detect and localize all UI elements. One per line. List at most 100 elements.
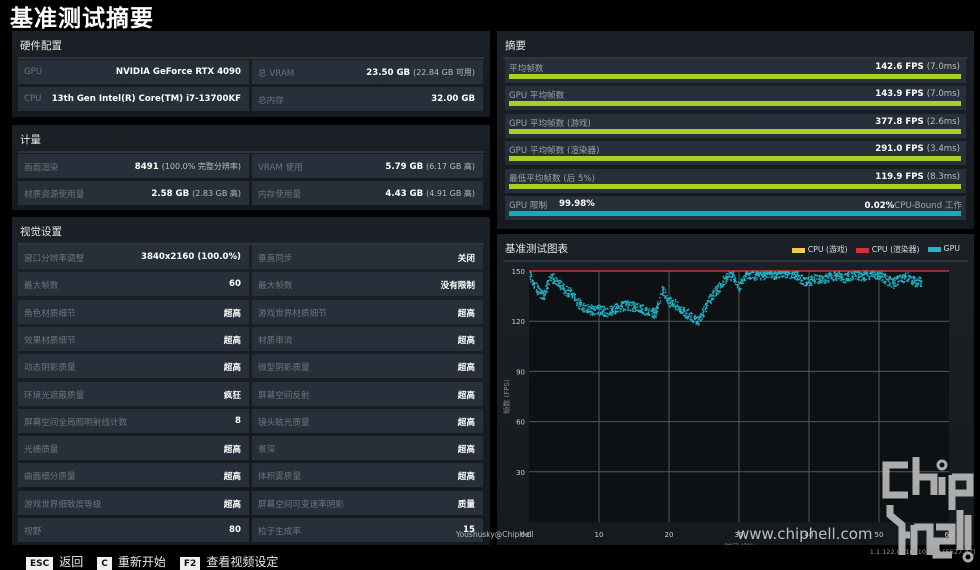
gpu-point bbox=[543, 296, 545, 298]
gpu-point bbox=[614, 312, 617, 314]
gpu-point bbox=[655, 308, 657, 311]
gpu-point bbox=[732, 278, 735, 281]
gpu-point bbox=[897, 283, 899, 286]
gpu-point bbox=[673, 305, 675, 308]
gpu-point bbox=[606, 307, 608, 310]
gpu-point bbox=[828, 280, 830, 282]
gpu-point bbox=[680, 306, 683, 308]
hw-gpu-row: GPU NVIDIA GeForce RTX 4090 bbox=[18, 60, 249, 84]
gpu-point bbox=[678, 306, 681, 309]
gpu-point bbox=[848, 273, 850, 275]
gpu-point bbox=[760, 274, 763, 277]
summary-bar-fill bbox=[509, 156, 961, 162]
hw-ram-row: 总内存 32.00 GB bbox=[252, 87, 483, 111]
gpu-point bbox=[621, 301, 624, 304]
gpu-point bbox=[813, 276, 816, 279]
gpu-point bbox=[550, 277, 552, 279]
gpu-point bbox=[598, 309, 600, 311]
gpu-point bbox=[867, 275, 869, 278]
gpu-point bbox=[548, 276, 550, 278]
gpu-point bbox=[531, 280, 533, 282]
gpu-point bbox=[669, 302, 671, 305]
gpu-point bbox=[669, 305, 671, 308]
gpu-point bbox=[625, 304, 627, 307]
gpu-point bbox=[666, 301, 669, 303]
gpu-point bbox=[599, 307, 602, 309]
gpu-point bbox=[603, 315, 605, 317]
gpu-point bbox=[670, 299, 672, 302]
gpu-point bbox=[823, 280, 826, 282]
gpu-point bbox=[709, 300, 712, 302]
gpu-point bbox=[645, 307, 648, 309]
gpu-point bbox=[902, 281, 904, 284]
gpu-point bbox=[620, 308, 623, 310]
gpu-point bbox=[601, 312, 604, 314]
gpu-point bbox=[900, 276, 902, 279]
gpu-point bbox=[794, 277, 796, 279]
gpu-point bbox=[540, 291, 543, 294]
gpu-point bbox=[529, 278, 532, 281]
c-key: C bbox=[97, 557, 112, 570]
gpu-point bbox=[774, 272, 777, 275]
gpu-point bbox=[721, 283, 723, 285]
gpu-point bbox=[736, 286, 739, 289]
gpu-point bbox=[787, 274, 789, 277]
gpu-point bbox=[790, 276, 793, 279]
gpu-point bbox=[584, 308, 586, 310]
gpu-point bbox=[851, 275, 853, 277]
gpu-point bbox=[903, 278, 906, 280]
gpu-point bbox=[744, 279, 747, 282]
gpu-point bbox=[884, 277, 887, 279]
gpu-point bbox=[805, 281, 808, 283]
gpu-point bbox=[719, 287, 722, 289]
summary-row: 平均帧数 142.6 FPS (7.0ms) bbox=[505, 59, 966, 83]
gpu-point bbox=[754, 276, 756, 278]
gpu-point bbox=[796, 271, 799, 273]
gpu-point bbox=[860, 276, 863, 278]
view-video-settings-button[interactable]: F2 查看视频设定 bbox=[179, 553, 278, 570]
gpu-point bbox=[762, 273, 764, 275]
back-button[interactable]: ESC 返回 bbox=[26, 553, 83, 570]
gpu-point bbox=[808, 276, 810, 279]
gpu-point bbox=[569, 290, 572, 293]
gpu-point bbox=[732, 273, 734, 275]
gpu-point bbox=[588, 310, 591, 313]
gpu-point bbox=[726, 275, 728, 278]
gpu-point bbox=[576, 303, 578, 305]
gpu-point bbox=[833, 274, 836, 277]
gpu-point bbox=[742, 282, 745, 284]
gpu-point bbox=[805, 277, 808, 279]
gpu-point bbox=[625, 300, 628, 303]
gpu-point bbox=[822, 277, 825, 279]
gpu-point bbox=[800, 282, 802, 285]
gpu-point bbox=[565, 289, 568, 292]
restart-button[interactable]: C 重新开始 bbox=[97, 553, 166, 570]
gpu-point bbox=[620, 303, 623, 305]
gpu-point bbox=[909, 277, 911, 279]
gpu-point bbox=[684, 316, 687, 319]
gpu-point bbox=[920, 284, 922, 286]
gpu-point bbox=[884, 274, 886, 277]
gpu-point bbox=[665, 291, 667, 293]
gpu-point bbox=[756, 274, 758, 277]
watermark-site: www.chiphell.com bbox=[737, 525, 873, 543]
gpu-point bbox=[738, 281, 740, 284]
gpu-point bbox=[553, 277, 555, 280]
gpu-point bbox=[621, 305, 624, 308]
gpu-point bbox=[712, 298, 714, 301]
gpu-point bbox=[574, 293, 576, 296]
gpu-point bbox=[777, 273, 779, 275]
gpu-point bbox=[715, 293, 717, 295]
gpu-point bbox=[609, 311, 611, 313]
gpu-point bbox=[546, 282, 548, 284]
gpu-point bbox=[631, 302, 633, 304]
gpu-point bbox=[656, 310, 658, 312]
gpu-point bbox=[590, 306, 593, 309]
legend-item-cpu-render: CPU (渲染器) bbox=[855, 244, 920, 255]
gpu-point bbox=[653, 307, 655, 310]
gpu-point bbox=[592, 312, 595, 314]
gpu-point bbox=[889, 276, 892, 279]
gpu-point bbox=[853, 275, 855, 278]
gpu-point bbox=[560, 281, 562, 283]
hw-cpu-row: CPU 13th Gen Intel(R) Core(TM) i7-13700KF bbox=[18, 87, 249, 111]
